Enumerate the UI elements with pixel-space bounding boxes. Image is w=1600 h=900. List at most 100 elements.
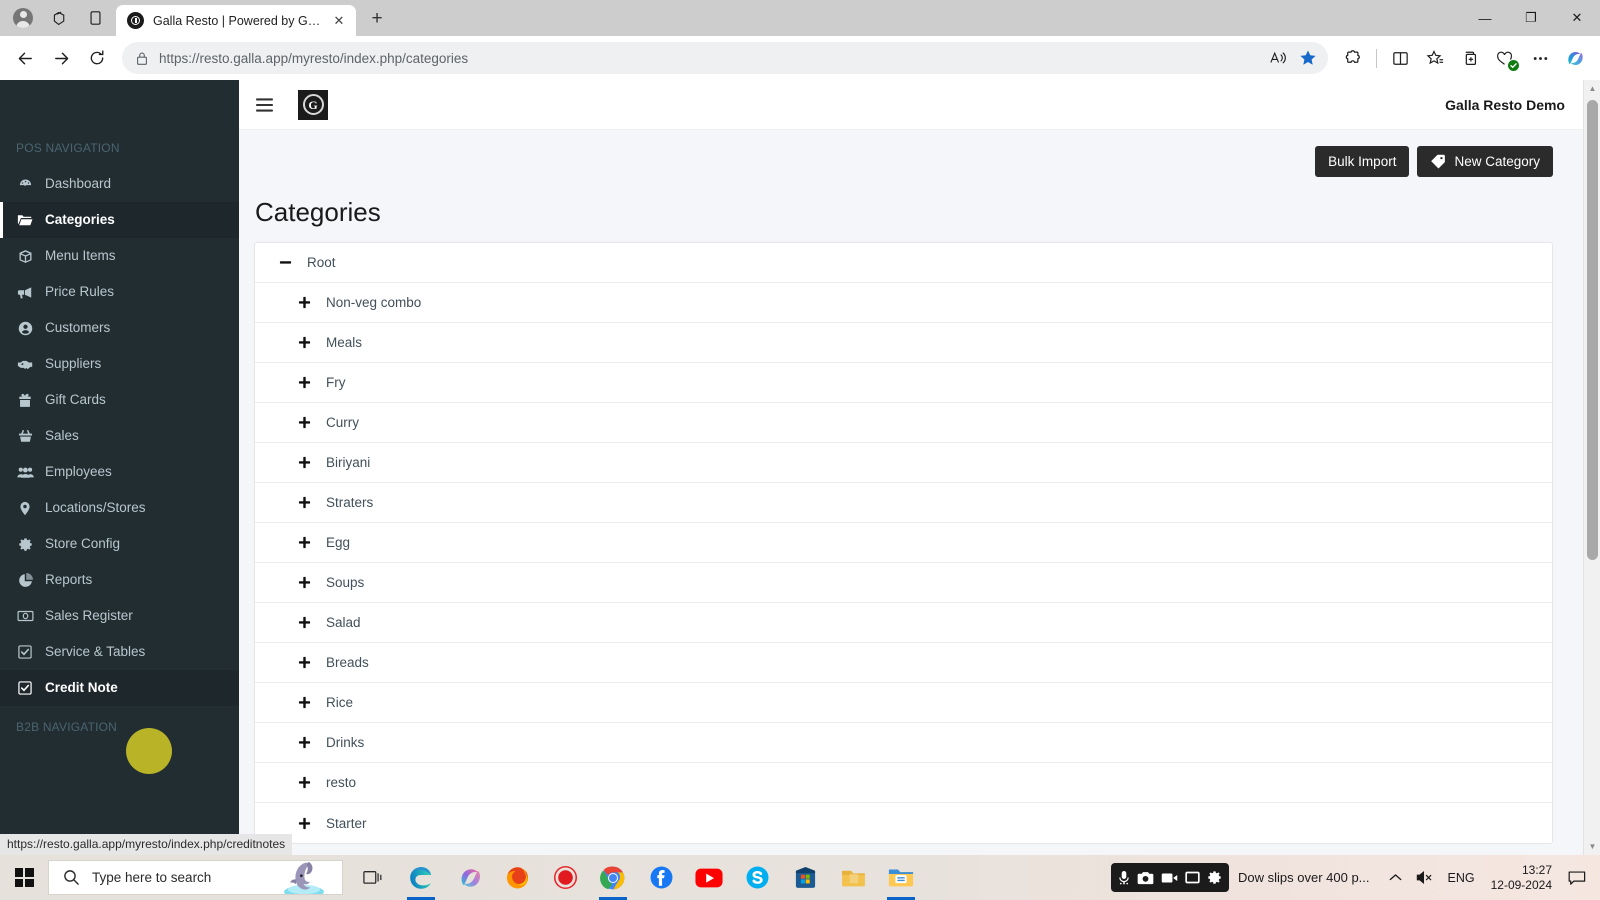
extensions-icon[interactable]	[1336, 41, 1370, 75]
refresh-button[interactable]	[80, 41, 114, 75]
favorite-star-icon[interactable]	[1294, 44, 1322, 72]
profile-avatar[interactable]	[6, 3, 40, 33]
tree-toggle-plus-icon[interactable]	[296, 294, 313, 311]
tree-row[interactable]: resto	[255, 763, 1552, 804]
sidebar-item-price-rules[interactable]: Price Rules	[0, 274, 239, 310]
tree-row[interactable]: Salad	[255, 603, 1552, 644]
tree-row[interactable]: Non-veg combo	[255, 283, 1552, 324]
browser-tab[interactable]: Galla Resto | Powered by Galla ✕	[116, 5, 356, 36]
brand-logo[interactable]: G	[298, 89, 328, 120]
windows-start-icon[interactable]	[0, 855, 48, 900]
navbar-user-label[interactable]: Galla Resto Demo	[1445, 97, 1583, 113]
tree-row[interactable]: Egg	[255, 523, 1552, 564]
tree-toggle-plus-icon[interactable]	[296, 414, 313, 431]
tree-toggle-plus-icon[interactable]	[296, 534, 313, 551]
taskbar-clock[interactable]: 13:27 12-09-2024	[1482, 855, 1561, 900]
tab-actions-icon[interactable]	[78, 3, 112, 33]
browser-essentials-icon[interactable]	[1488, 41, 1522, 75]
favorites-icon[interactable]	[1418, 41, 1452, 75]
hamburger-menu-icon[interactable]	[239, 80, 289, 130]
language-indicator[interactable]: ENG	[1441, 855, 1482, 900]
tree-row[interactable]: Meals	[255, 323, 1552, 364]
file-explorer-icon[interactable]	[877, 855, 925, 900]
tree-row[interactable]: Fry	[255, 363, 1552, 404]
taskbar-search-input[interactable]: Type here to search	[48, 860, 343, 895]
new-tab-button[interactable]: +	[362, 4, 392, 34]
taskbar-news-text[interactable]: Dow slips over 400 p...	[1238, 870, 1370, 885]
mic-icon[interactable]	[1118, 870, 1130, 885]
tree-toggle-minus-icon[interactable]	[277, 254, 294, 271]
tree-row[interactable]: Biriyani	[255, 443, 1552, 484]
window-close-button[interactable]: ✕	[1554, 0, 1600, 36]
tree-row[interactable]: Breads	[255, 643, 1552, 684]
sidebar-item-locations-stores[interactable]: Locations/Stores	[0, 490, 239, 526]
gear-icon[interactable]	[1207, 870, 1222, 885]
skype-icon[interactable]	[733, 855, 781, 900]
tree-row[interactable]: Soups	[255, 563, 1552, 604]
tree-toggle-plus-icon[interactable]	[296, 654, 313, 671]
sidebar-item-dashboard[interactable]: Dashboard	[0, 166, 239, 202]
tree-toggle-plus-icon[interactable]	[296, 774, 313, 791]
camera-icon[interactable]	[1137, 871, 1154, 885]
firefox-icon[interactable]	[493, 855, 541, 900]
facebook-icon[interactable]	[637, 855, 685, 900]
tree-row[interactable]: Root	[255, 243, 1552, 284]
tree-toggle-plus-icon[interactable]	[296, 374, 313, 391]
copilot-icon[interactable]	[1558, 41, 1592, 75]
collections-icon[interactable]	[1453, 41, 1487, 75]
youtube-icon[interactable]	[685, 855, 733, 900]
sidebar-item-categories[interactable]: Categories	[0, 202, 239, 238]
scrollbar-down-arrow[interactable]: ▼	[1584, 838, 1600, 855]
video-icon[interactable]	[1161, 872, 1178, 884]
record-icon[interactable]	[541, 855, 589, 900]
split-screen-icon[interactable]	[1383, 41, 1417, 75]
sidebar-item-menu-items[interactable]: Menu Items	[0, 238, 239, 274]
page-scrollbar[interactable]: ▲ ▼	[1583, 80, 1600, 855]
chrome-icon[interactable]	[589, 855, 637, 900]
task-view-icon[interactable]	[349, 855, 397, 900]
scrollbar-up-arrow[interactable]: ▲	[1584, 80, 1600, 97]
sidebar-item-sales-register[interactable]: Sales Register	[0, 598, 239, 634]
sidebar-item-gift-cards[interactable]: Gift Cards	[0, 382, 239, 418]
tab-close-icon[interactable]: ✕	[330, 12, 348, 30]
back-button[interactable]	[8, 41, 42, 75]
screen-recorder-toolbar[interactable]	[1111, 863, 1229, 892]
sidebar-item-employees[interactable]: Employees	[0, 454, 239, 490]
notification-icon[interactable]	[1561, 855, 1600, 900]
sidebar-item-suppliers[interactable]: Suppliers	[0, 346, 239, 382]
sidebar-item-service-tables[interactable]: Service & Tables	[0, 634, 239, 670]
copilot-icon[interactable]	[445, 855, 493, 900]
address-bar[interactable]: https://resto.galla.app/myresto/index.ph…	[122, 42, 1328, 74]
sidebar-item-store-config[interactable]: Store Config	[0, 526, 239, 562]
tree-toggle-plus-icon[interactable]	[296, 454, 313, 471]
tree-toggle-plus-icon[interactable]	[296, 574, 313, 591]
tree-toggle-plus-icon[interactable]	[296, 494, 313, 511]
new-category-button[interactable]: New Category	[1417, 146, 1553, 177]
tree-toggle-plus-icon[interactable]	[296, 614, 313, 631]
edge-icon[interactable]	[397, 855, 445, 900]
tree-toggle-plus-icon[interactable]	[296, 734, 313, 751]
show-hidden-icons-icon[interactable]	[1382, 855, 1409, 900]
read-aloud-icon[interactable]	[1264, 44, 1292, 72]
tree-row[interactable]: Starter	[255, 803, 1552, 843]
microsoft-store-icon[interactable]	[781, 855, 829, 900]
sidebar-item-customers[interactable]: Customers	[0, 310, 239, 346]
sidebar-item-reports[interactable]: Reports	[0, 562, 239, 598]
scrollbar-thumb[interactable]	[1587, 100, 1598, 560]
tree-row[interactable]: Curry	[255, 403, 1552, 444]
tree-row[interactable]: Drinks	[255, 723, 1552, 764]
bulk-import-button[interactable]: Bulk Import	[1315, 146, 1410, 177]
folder-yellow-icon[interactable]	[829, 855, 877, 900]
sidebar-item-credit-note[interactable]: Credit Note	[0, 670, 239, 706]
workspaces-icon[interactable]	[42, 3, 76, 33]
tree-toggle-plus-icon[interactable]	[296, 694, 313, 711]
window-minimize-button[interactable]: —	[1462, 0, 1508, 36]
tree-row[interactable]: Straters	[255, 483, 1552, 524]
settings-more-icon[interactable]	[1523, 41, 1557, 75]
forward-button[interactable]	[44, 41, 78, 75]
volume-muted-icon[interactable]	[1409, 855, 1441, 900]
screen-icon[interactable]	[1185, 871, 1200, 884]
tree-toggle-plus-icon[interactable]	[296, 334, 313, 351]
sidebar-item-sales[interactable]: Sales	[0, 418, 239, 454]
tree-toggle-plus-icon[interactable]	[296, 815, 313, 832]
